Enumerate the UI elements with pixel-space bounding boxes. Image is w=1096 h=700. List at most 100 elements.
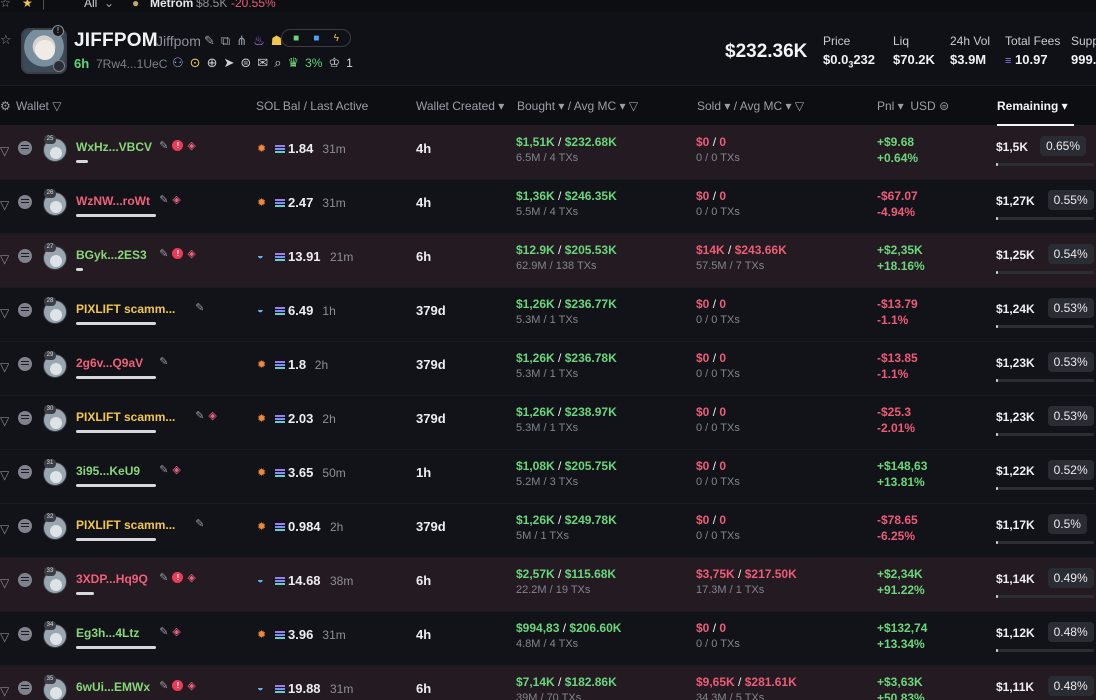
edit-icon[interactable]: ✎ bbox=[195, 517, 204, 530]
fire-icon: ✹ bbox=[257, 467, 267, 479]
layers-icon[interactable]: ◈ bbox=[172, 463, 180, 476]
filter-icon[interactable]: ▽ bbox=[0, 522, 9, 536]
wallet-name[interactable]: 3XDP...Hq9Q bbox=[76, 572, 148, 586]
menu-icon[interactable] bbox=[18, 141, 32, 155]
wallet-name[interactable]: 2g6v...Q9aV bbox=[76, 356, 143, 370]
edit-icon[interactable]: ✎ bbox=[159, 625, 168, 638]
edit-icon[interactable]: ✎ bbox=[159, 355, 168, 368]
filter-icon[interactable]: ▽ bbox=[0, 198, 9, 212]
col-wallet[interactable]: Wallet ▽ bbox=[16, 99, 61, 113]
filter-icon[interactable]: ▽ bbox=[0, 468, 9, 482]
table-row[interactable]: ▽ 26 WzNW...roWt ✎ ◈ ✹ 2.47 31m 4h $1,36… bbox=[0, 180, 1096, 234]
wallet-name[interactable]: PIXLIFT scamm... bbox=[76, 518, 175, 532]
pair-name[interactable]: Metrom bbox=[150, 0, 193, 10]
filter-icon[interactable]: ▽ bbox=[0, 306, 9, 320]
edit-icon[interactable]: ✎ bbox=[159, 463, 168, 476]
edit-icon[interactable]: ✎ bbox=[159, 679, 168, 692]
menu-icon[interactable] bbox=[18, 681, 32, 695]
layers-icon[interactable]: ◈ bbox=[172, 625, 180, 638]
search-icon[interactable]: ⌕ bbox=[274, 55, 281, 71]
wallet-name[interactable]: WzNW...roWt bbox=[76, 194, 150, 208]
filter-icon[interactable]: ▽ bbox=[0, 144, 9, 158]
flame-icon[interactable]: ♨ bbox=[253, 33, 265, 49]
alert-icon[interactable]: ! bbox=[172, 248, 184, 259]
share-icon[interactable]: ⋔ bbox=[236, 33, 247, 49]
edit-icon[interactable]: ✎ bbox=[195, 301, 204, 314]
table-row[interactable]: ▽ 25 WxHz...VBCV ✎ ! ◈ ✹ 1.84 31m 4h $1,… bbox=[0, 126, 1096, 180]
menu-icon[interactable] bbox=[18, 573, 32, 587]
wallet-name[interactable]: PIXLIFT scamm... bbox=[76, 302, 175, 316]
wallet-name[interactable]: BGyk...2ES3 bbox=[76, 248, 147, 262]
edit-icon[interactable]: ✎ bbox=[195, 409, 204, 422]
col-sol-bal[interactable]: SOL Bal / Last Active bbox=[256, 99, 368, 113]
edit-icon[interactable]: ✎ bbox=[204, 33, 215, 49]
filter-select[interactable]: All bbox=[84, 0, 97, 10]
col-sold[interactable]: Sold ▾ / Avg MC ▾ ▽ bbox=[697, 99, 804, 113]
filter-icon[interactable]: ▽ bbox=[0, 576, 9, 590]
table-row[interactable]: ▽ 30 PIXLIFT scamm... ✎ ◈ ✹ 2.03 2h 379d… bbox=[0, 396, 1096, 450]
edit-icon[interactable]: ✎ bbox=[159, 193, 168, 206]
rank-badge: 25 bbox=[44, 135, 56, 144]
layers-icon[interactable]: ◈ bbox=[208, 409, 216, 422]
chart-icon[interactable]: ⊜ bbox=[240, 55, 251, 71]
filter-icon[interactable]: ▽ bbox=[0, 684, 9, 698]
table-row[interactable]: ▽ 27 BGyk...2ES3 ✎ ! ◈ ◒ 13.91 21m 6h $1… bbox=[0, 234, 1096, 288]
edit-icon[interactable]: ✎ bbox=[159, 571, 168, 584]
remaining-value: $1,23K bbox=[996, 410, 1035, 424]
menu-icon[interactable] bbox=[18, 465, 32, 479]
filter-icon[interactable]: ▽ bbox=[0, 630, 9, 644]
layers-icon[interactable]: ◈ bbox=[187, 571, 195, 584]
layers-icon[interactable]: ◈ bbox=[187, 679, 195, 692]
star-outline-icon[interactable]: ☆ bbox=[0, 32, 12, 48]
user-icon[interactable]: ⚇ bbox=[172, 55, 184, 71]
telegram-icon[interactable]: ➤ bbox=[223, 55, 234, 71]
col-pnl[interactable]: Pnl ▾ USD ⊜ bbox=[877, 99, 949, 113]
wallet-name[interactable]: 6wUi...EMWx bbox=[76, 680, 150, 694]
menu-icon[interactable] bbox=[18, 519, 32, 533]
info-icon[interactable]: ! bbox=[52, 25, 64, 37]
edit-icon[interactable]: ✎ bbox=[159, 139, 168, 152]
token-address[interactable]: 7Rw4...1UeC bbox=[96, 57, 167, 71]
rank-badge: 34 bbox=[44, 621, 56, 630]
wallet-name[interactable]: Eg3h...4Ltz bbox=[76, 626, 139, 640]
table-row[interactable]: ▽ 29 2g6v...Q9aV ✎ ✹ 1.8 2h 379d $1,26K … bbox=[0, 342, 1096, 396]
layers-icon[interactable]: ◈ bbox=[172, 193, 180, 206]
star-outline-icon[interactable]: ☆ bbox=[0, 0, 11, 10]
copy-icon[interactable]: ⧉ bbox=[221, 33, 230, 49]
filter-icon[interactable]: ▽ bbox=[0, 252, 9, 266]
menu-icon[interactable] bbox=[18, 303, 32, 317]
menu-icon[interactable] bbox=[18, 195, 32, 209]
sold-sub: 0 / 0 TXs bbox=[696, 314, 740, 326]
layers-icon[interactable]: ◈ bbox=[187, 247, 195, 260]
table-row[interactable]: ▽ 33 3XDP...Hq9Q ✎ ! ◈ ◒ 14.68 38m 6h $2… bbox=[0, 558, 1096, 612]
tweet-icon[interactable]: ✉ bbox=[257, 55, 268, 71]
alert-icon[interactable]: ! bbox=[172, 572, 184, 583]
alert-icon[interactable]: ! bbox=[172, 140, 184, 151]
alert-icon[interactable]: ! bbox=[172, 680, 184, 691]
table-row[interactable]: ▽ 35 6wUi...EMWx ✎ ! ◈ ◒ 19.88 31m 6h $7… bbox=[0, 666, 1096, 700]
table-row[interactable]: ▽ 34 Eg3h...4Ltz ✎ ◈ ✹ 3.96 31m 4h $994,… bbox=[0, 612, 1096, 666]
menu-icon[interactable] bbox=[18, 627, 32, 641]
globe-icon[interactable]: ⊕ bbox=[207, 55, 218, 71]
col-wallet-created[interactable]: Wallet Created ▾ bbox=[416, 99, 504, 113]
menu-icon[interactable] bbox=[18, 357, 32, 371]
table-row[interactable]: ▽ 28 PIXLIFT scamm... ✎ ◒ 6.49 1h 379d $… bbox=[0, 288, 1096, 342]
layers-icon[interactable]: ◈ bbox=[187, 139, 195, 152]
edit-icon[interactable]: ✎ bbox=[159, 247, 168, 260]
wallet-name[interactable]: 3i95...KeU9 bbox=[76, 464, 140, 478]
wallet-name[interactable]: WxHz...VBCV bbox=[76, 140, 152, 154]
badge-pill[interactable]: ■ ■ ϟ bbox=[281, 29, 351, 47]
star-filled-icon[interactable]: ★ bbox=[22, 0, 33, 10]
wallet-name[interactable]: PIXLIFT scamm... bbox=[76, 410, 175, 424]
chevron-down-icon[interactable]: ⌄ bbox=[104, 0, 114, 10]
menu-icon[interactable] bbox=[18, 411, 32, 425]
table-row[interactable]: ▽ 32 PIXLIFT scamm... ✎ ✹ 0.984 2h 379d … bbox=[0, 504, 1096, 558]
settings-icon[interactable]: ⚙ bbox=[0, 99, 11, 113]
warning-icon[interactable]: ⊙ bbox=[190, 55, 201, 71]
col-remaining[interactable]: Remaining ▾ bbox=[997, 99, 1074, 126]
col-bought[interactable]: Bought ▾ / Avg MC ▾ ▽ bbox=[517, 99, 638, 113]
menu-icon[interactable] bbox=[18, 249, 32, 263]
filter-icon[interactable]: ▽ bbox=[0, 414, 9, 428]
filter-icon[interactable]: ▽ bbox=[0, 360, 9, 374]
table-row[interactable]: ▽ 31 3i95...KeU9 ✎ ◈ ✹ 3.65 50m 1h $1,08… bbox=[0, 450, 1096, 504]
